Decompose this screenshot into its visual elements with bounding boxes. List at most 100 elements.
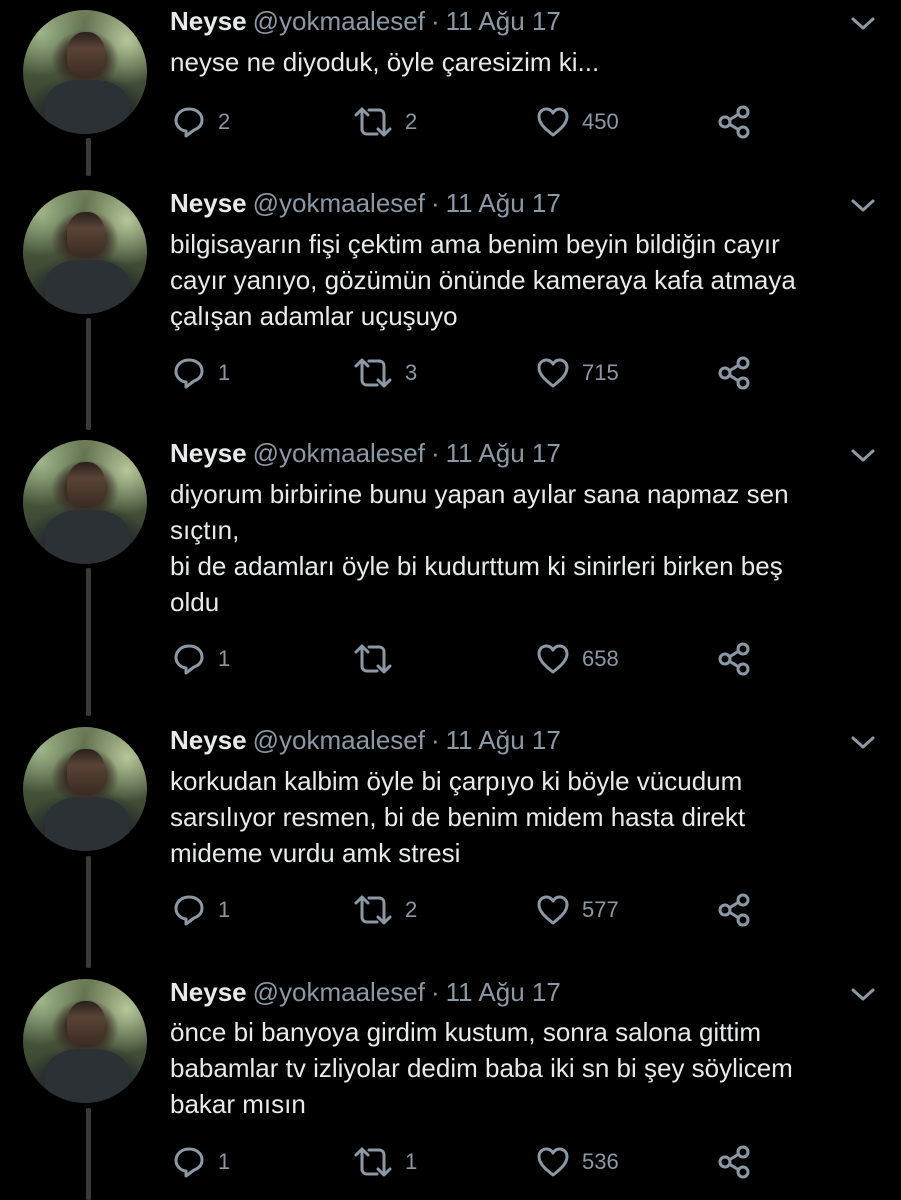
author-handle[interactable]: @yokmaalesef [253, 6, 425, 36]
reply-count: 1 [218, 646, 231, 671]
chevron-down-icon[interactable] [850, 14, 876, 34]
heart-icon [536, 1145, 570, 1179]
retweet-count: 2 [405, 109, 418, 134]
tweet-text-line: neyse ne diyoduk, öyle çaresizim ki... [170, 47, 600, 77]
retweet-button[interactable]: 1 [353, 1145, 417, 1179]
reply-button[interactable]: 1 [172, 356, 230, 390]
reply-icon [172, 105, 206, 139]
tweet-text: diyorum birbirine bunu yapan ayılar sana… [170, 476, 870, 620]
reply-button[interactable]: 2 [172, 105, 230, 139]
share-icon [717, 642, 751, 676]
retweet-button[interactable]: 2 [353, 893, 417, 927]
reply-count: 2 [218, 109, 231, 134]
reply-count: 1 [218, 1149, 231, 1174]
author-name[interactable]: Neyse [170, 6, 247, 36]
retweet-count: 1 [405, 1149, 418, 1174]
heart-icon [536, 642, 570, 676]
heart-icon [536, 893, 570, 927]
chevron-down-icon[interactable] [850, 985, 876, 1005]
author-handle[interactable]: @yokmaalesef [253, 725, 425, 755]
avatar[interactable] [23, 440, 147, 564]
avatar[interactable] [23, 727, 147, 851]
thread-connector-line [86, 1108, 91, 1200]
retweet-icon [353, 1145, 393, 1179]
avatar[interactable] [23, 190, 147, 314]
reply-icon [172, 1145, 206, 1179]
share-icon [717, 893, 751, 927]
author-name[interactable]: Neyse [170, 438, 247, 468]
tweet-text-line: bakar mısın [170, 1089, 306, 1119]
chevron-down-icon[interactable] [850, 446, 876, 466]
tweet-header: Neyse @yokmaalesef · 11 Ağu 17 [170, 977, 561, 1007]
chevron-down-icon[interactable] [850, 196, 876, 216]
retweet-icon [353, 642, 393, 676]
heart-icon [536, 356, 570, 390]
tweet-text-line: babamlar tv izliyolar dedim baba iki sn … [170, 1053, 793, 1083]
author-handle[interactable]: @yokmaalesef [253, 977, 425, 1007]
share-button[interactable] [717, 642, 751, 676]
author-handle[interactable]: @yokmaalesef [253, 438, 425, 468]
tweet-date[interactable]: 11 Ağu 17 [446, 725, 561, 755]
heart-icon [536, 105, 570, 139]
tweet-text-line: önce bi banyoya girdim kustum, sonra sal… [170, 1017, 762, 1047]
like-button[interactable]: 658 [536, 642, 619, 676]
retweet-icon [353, 105, 393, 139]
like-button[interactable]: 536 [536, 1145, 619, 1179]
tweet-text: neyse ne diyoduk, öyle çaresizim ki... [170, 44, 870, 80]
share-button[interactable] [717, 1145, 751, 1179]
tweet-header: Neyse @yokmaalesef · 11 Ağu 17 [170, 188, 561, 218]
share-button[interactable] [717, 893, 751, 927]
tweet-text-line: sıçtın, [170, 515, 240, 545]
tweet-text-line: bilgisayarın fişi çektim ama benim beyin… [170, 229, 780, 259]
tweet-text-line: sarsılıyor resmen, bi de benim midem has… [170, 802, 746, 832]
like-button[interactable]: 577 [536, 893, 619, 927]
share-icon [717, 1145, 751, 1179]
author-name[interactable]: Neyse [170, 188, 247, 218]
chevron-down-icon[interactable] [850, 733, 876, 753]
reply-button[interactable]: 1 [172, 893, 230, 927]
author-name[interactable]: Neyse [170, 725, 247, 755]
tweet-text: korkudan kalbim öyle bi çarpıyo ki böyle… [170, 763, 870, 871]
author-handle[interactable]: @yokmaalesef [253, 188, 425, 218]
retweet-button[interactable]: 2 [353, 105, 417, 139]
separator-dot: · [430, 977, 440, 1007]
retweet-icon [353, 356, 393, 390]
thread-connector-line [86, 568, 91, 716]
reply-button[interactable]: 1 [172, 642, 230, 676]
reply-count: 1 [218, 897, 231, 922]
like-count: 715 [582, 360, 619, 385]
avatar[interactable] [23, 979, 147, 1103]
retweet-button[interactable] [353, 642, 405, 676]
reply-button[interactable]: 1 [172, 1145, 230, 1179]
reply-icon [172, 893, 206, 927]
reply-icon [172, 356, 206, 390]
retweet-icon [353, 893, 393, 927]
tweet-text-line: korkudan kalbim öyle bi çarpıyo ki böyle… [170, 766, 743, 796]
separator-dot: · [430, 438, 440, 468]
share-button[interactable] [717, 356, 751, 390]
tweet-date[interactable]: 11 Ağu 17 [446, 438, 561, 468]
tweet-text: önce bi banyoya girdim kustum, sonra sal… [170, 1014, 870, 1122]
tweet-date[interactable]: 11 Ağu 17 [446, 188, 561, 218]
like-button[interactable]: 715 [536, 356, 619, 390]
like-count: 450 [582, 109, 619, 134]
tweet-text: bilgisayarın fişi çektim ama benim beyin… [170, 226, 870, 334]
share-icon [717, 356, 751, 390]
tweet-date[interactable]: 11 Ağu 17 [446, 977, 561, 1007]
author-name[interactable]: Neyse [170, 977, 247, 1007]
tweet-date[interactable]: 11 Ağu 17 [446, 6, 561, 36]
like-count: 658 [582, 646, 619, 671]
tweet-header: Neyse @yokmaalesef · 11 Ağu 17 [170, 438, 561, 468]
like-button[interactable]: 450 [536, 105, 619, 139]
separator-dot: · [430, 188, 440, 218]
separator-dot: · [430, 6, 440, 36]
avatar[interactable] [23, 10, 147, 134]
tweet-text-line: diyorum birbirine bunu yapan ayılar sana… [170, 479, 789, 509]
retweet-count: 2 [405, 897, 418, 922]
tweet-text-line: oldu [170, 587, 220, 617]
share-button[interactable] [717, 105, 751, 139]
tweet-text-line: bi de adamları öyle bi kudurttum ki sini… [170, 551, 783, 581]
retweet-button[interactable]: 3 [353, 356, 417, 390]
thread-connector-line [86, 138, 91, 176]
thread-connector-line [86, 856, 91, 968]
